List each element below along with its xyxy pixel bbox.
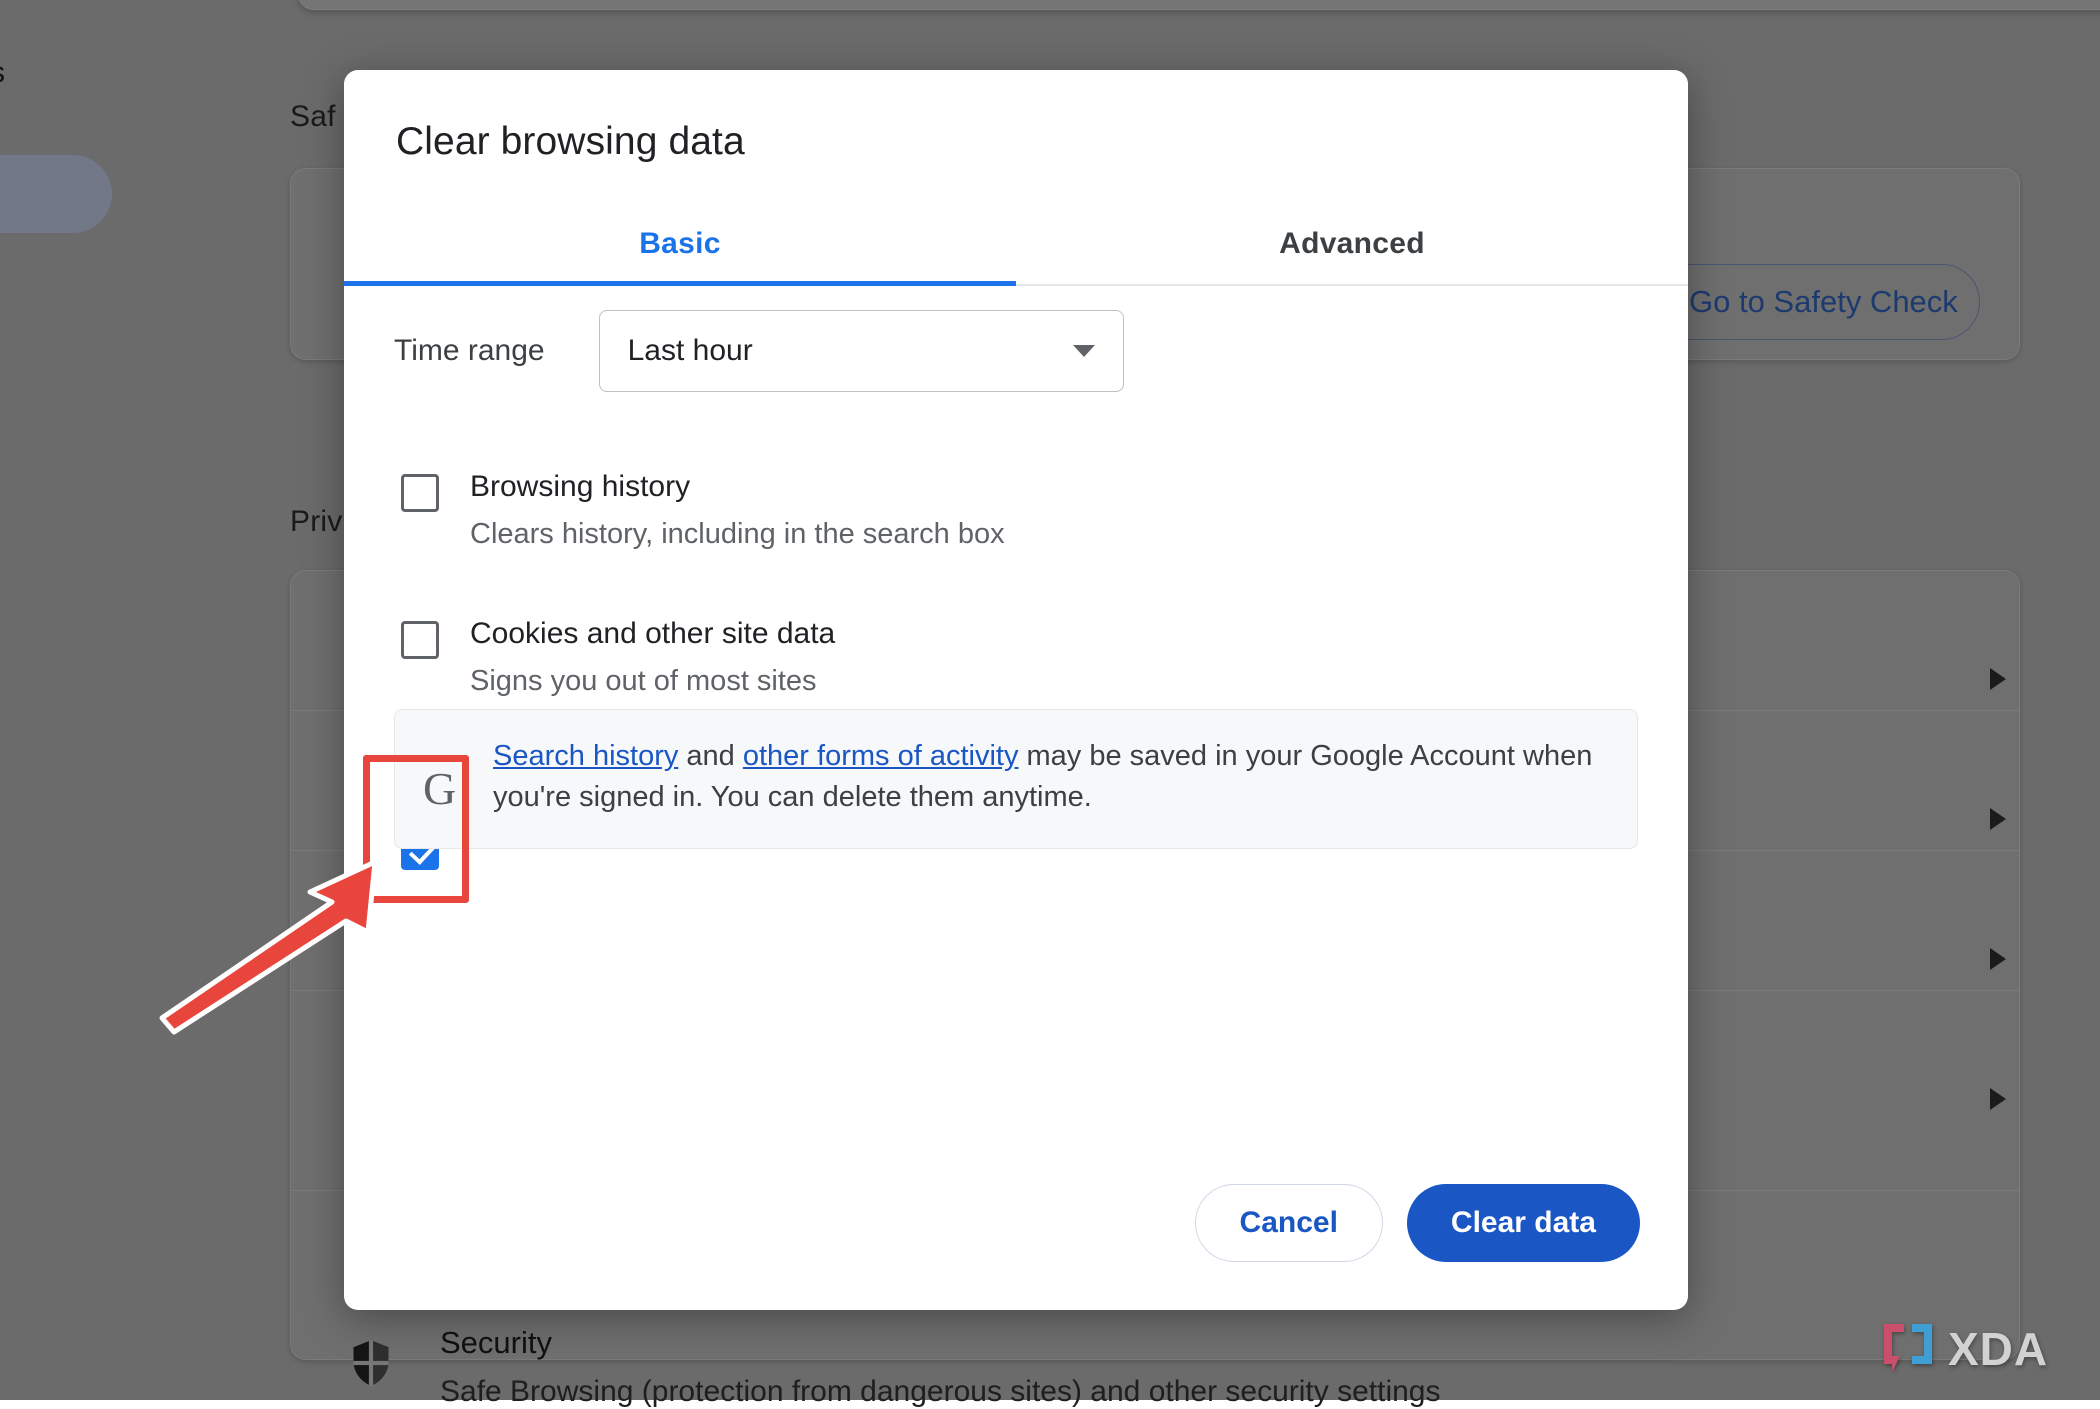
chevron-right-icon[interactable]: [1990, 668, 2006, 690]
chevron-down-icon: [1073, 345, 1095, 357]
dialog-title: Clear browsing data: [396, 120, 745, 164]
xda-bubble-icon: [1878, 1320, 1938, 1378]
tab-advanced[interactable]: Advanced: [1016, 200, 1688, 288]
chevron-right-icon[interactable]: [1990, 1088, 2006, 1110]
google-account-note: G Search history and other forms of acti…: [394, 709, 1638, 849]
sidebar-selected-pill[interactable]: [0, 155, 112, 233]
option-title: Cookies and other site data: [470, 615, 835, 653]
option-texts: Cookies and other site data Signs you ou…: [470, 615, 835, 701]
time-range-select[interactable]: Last hour: [599, 310, 1124, 392]
dialog-tabs: Basic Advanced: [344, 200, 1688, 288]
option-description: Clears history, including in the search …: [470, 515, 1005, 554]
cancel-button[interactable]: Cancel: [1195, 1184, 1383, 1262]
sidebar-fragment-text: s: [0, 56, 5, 90]
google-g-icon: G: [423, 736, 479, 818]
background-security-description: Safe Browsing (protection from dangerous…: [440, 1375, 1441, 1409]
option-description: Signs you out of most sites: [470, 662, 835, 701]
other-forms-of-activity-link[interactable]: other forms of activity: [743, 740, 1019, 772]
chevron-right-icon[interactable]: [1990, 948, 2006, 970]
note-conjunction: and: [678, 740, 743, 772]
checkbox-wrap: [394, 468, 446, 554]
clear-data-button[interactable]: Clear data: [1407, 1184, 1640, 1262]
checkbox-browsing-history[interactable]: [401, 474, 439, 512]
option-row-browsing-history[interactable]: Browsing history Clears history, includi…: [394, 468, 1644, 554]
background-security-title: Security: [440, 1325, 552, 1361]
tab-active-indicator: [344, 281, 1016, 286]
checkbox-cookies-and-site-data[interactable]: [401, 621, 439, 659]
xda-wordmark: XDA: [1948, 1326, 2048, 1372]
search-history-link[interactable]: Search history: [493, 740, 678, 772]
time-range-value: Last hour: [628, 334, 753, 368]
clear-browsing-data-dialog: Clear browsing data Basic Advanced Time …: [344, 70, 1688, 1310]
google-account-note-text: Search history and other forms of activi…: [493, 736, 1607, 818]
background-heading-privacy: Priv: [290, 505, 342, 539]
background-heading-safety-check: Saf: [290, 100, 336, 134]
option-title: Browsing history: [470, 468, 1005, 506]
tab-basic[interactable]: Basic: [344, 200, 1016, 288]
option-row-cookies[interactable]: Cookies and other site data Signs you ou…: [394, 615, 1644, 701]
shield-icon: [350, 1338, 392, 1388]
checkbox-wrap: [394, 615, 446, 701]
dialog-footer: Cancel Clear data: [1195, 1184, 1640, 1262]
xda-watermark: XDA: [1878, 1320, 2048, 1378]
go-to-safety-check-button[interactable]: Go to Safety Check: [1650, 264, 1980, 340]
background-top-card: [298, 0, 2100, 10]
time-range-row: Time range Last hour: [344, 310, 1688, 392]
time-range-label: Time range: [394, 334, 545, 368]
chevron-right-icon[interactable]: [1990, 808, 2006, 830]
option-texts: Browsing history Clears history, includi…: [470, 468, 1005, 554]
